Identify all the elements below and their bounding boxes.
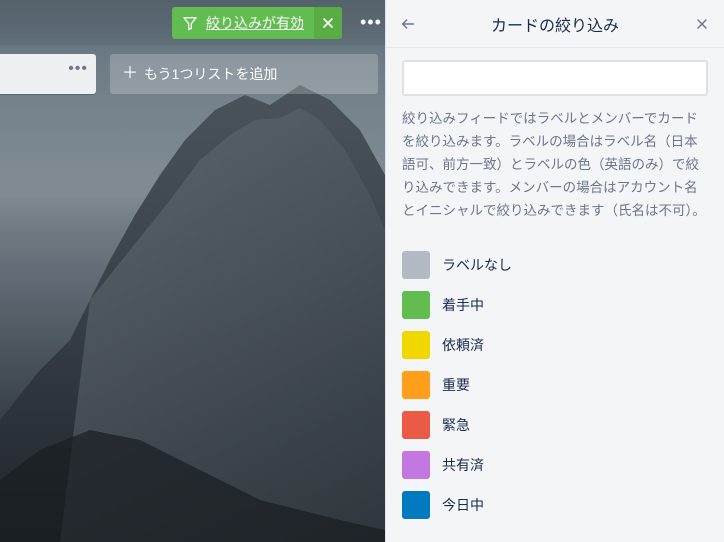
filter-active-pill-body[interactable]: 絞り込みが有効 — [172, 7, 314, 39]
label-row[interactable]: 着手中 — [402, 285, 708, 325]
filter-icon — [182, 15, 198, 31]
label-name: 共有済 — [442, 455, 484, 475]
label-color-swatch — [402, 291, 430, 319]
label-color-swatch — [402, 371, 430, 399]
label-list: ラベルなし着手中依頼済重要緊急共有済今日中 — [402, 245, 708, 525]
label-name: ラベルなし — [442, 255, 512, 275]
label-color-swatch — [402, 451, 430, 479]
label-name: 着手中 — [442, 295, 484, 315]
filter-clear-button[interactable] — [314, 7, 342, 39]
label-row[interactable]: 重要 — [402, 365, 708, 405]
add-another-list-button[interactable]: ＋ もう1つリストを追加 — [110, 54, 378, 94]
plus-icon: ＋ — [122, 66, 138, 82]
label-name: 今日中 — [442, 495, 484, 515]
panel-header: カードの絞り込み — [386, 0, 724, 48]
close-icon — [694, 16, 710, 32]
label-name: 緊急 — [442, 415, 470, 435]
add-list-label: もう1つリストを追加 — [144, 64, 277, 84]
list-actions-button[interactable]: ••• — [68, 60, 88, 78]
panel-close-button[interactable] — [686, 8, 718, 40]
list-card-stub: ••• — [0, 54, 96, 94]
label-row[interactable]: 緊急 — [402, 405, 708, 445]
close-icon — [320, 15, 336, 31]
filter-active-pill: 絞り込みが有効 — [172, 7, 342, 39]
label-color-swatch — [402, 251, 430, 279]
panel-title: カードの絞り込み — [491, 12, 619, 36]
label-color-swatch — [402, 491, 430, 519]
filter-cards-panel: カードの絞り込み 絞り込みフィードではラベルとメンバーでカードを絞り込みます。ラ… — [385, 0, 724, 542]
filter-active-label: 絞り込みが有効 — [206, 13, 304, 33]
label-row[interactable]: 依頼済 — [402, 325, 708, 365]
filter-help-text: 絞り込みフィードではラベルとメンバーでカードを絞り込みます。ラベルの場合はラベル… — [402, 108, 708, 223]
label-row[interactable]: ラベルなし — [402, 245, 708, 285]
label-row[interactable]: 今日中 — [402, 485, 708, 525]
panel-body: 絞り込みフィードではラベルとメンバーでカードを絞り込みます。ラベルの場合はラベル… — [386, 48, 724, 542]
label-color-swatch — [402, 331, 430, 359]
panel-back-button[interactable] — [392, 8, 424, 40]
label-color-swatch — [402, 411, 430, 439]
label-name: 重要 — [442, 375, 470, 395]
filter-search-input[interactable] — [402, 60, 708, 96]
label-row[interactable]: 共有済 — [402, 445, 708, 485]
label-name: 依頼済 — [442, 335, 484, 355]
arrow-left-icon — [400, 16, 416, 32]
